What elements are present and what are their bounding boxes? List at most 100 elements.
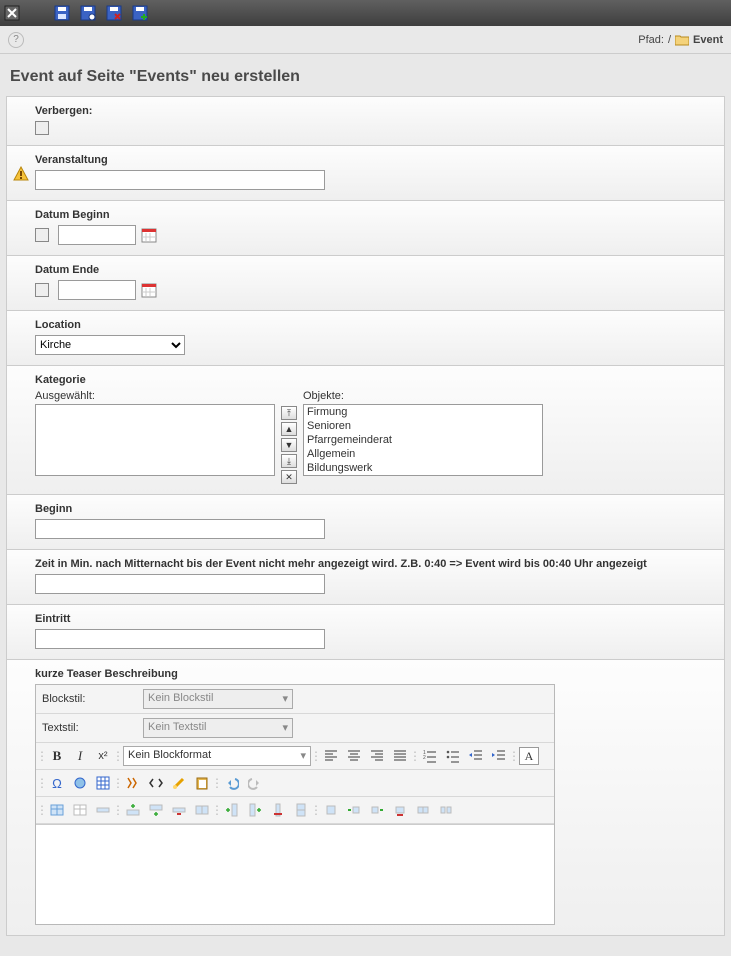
special-char-icon[interactable]: Ω [47, 773, 67, 793]
list-item[interactable]: Pfarrgemeinderat [304, 433, 542, 447]
move-top-button[interactable]: ⤒ [281, 406, 297, 420]
superscript-icon[interactable]: x² [93, 746, 113, 766]
midnight-label: Zeit in Min. nach Mitternacht bis der Ev… [35, 558, 714, 570]
separator-icon [116, 746, 120, 766]
category-label: Kategorie [35, 374, 714, 386]
unordered-list-icon[interactable] [443, 746, 463, 766]
teaser-label: kurze Teaser Beschreibung [35, 668, 714, 680]
textstyle-select[interactable]: Kein Textstil [143, 718, 293, 738]
delete-col-icon[interactable] [268, 800, 288, 820]
align-center-icon[interactable] [344, 746, 364, 766]
insert-col-before-icon[interactable] [222, 800, 242, 820]
date-start-input[interactable] [58, 225, 136, 245]
bold-icon[interactable]: B [47, 746, 67, 766]
table-props-icon[interactable] [47, 800, 67, 820]
split-row-icon[interactable] [192, 800, 212, 820]
save-icon[interactable] [54, 5, 70, 21]
separator-icon [314, 800, 318, 820]
text-color-icon[interactable]: A [519, 747, 539, 765]
cell-merge-icon[interactable] [436, 800, 456, 820]
field-entry: Eintritt [7, 605, 724, 660]
cell-insert-before-icon[interactable] [344, 800, 364, 820]
indent-icon[interactable] [489, 746, 509, 766]
hide-checkbox[interactable] [35, 121, 49, 135]
list-item[interactable]: Firmung [304, 405, 542, 419]
objects-listbox[interactable]: Firmung Senioren Pfarrgemeinderat Allgem… [303, 404, 543, 476]
remove-button[interactable]: ✕ [281, 470, 297, 484]
insert-row-after-icon[interactable] [146, 800, 166, 820]
field-teaser: kurze Teaser Beschreibung Blockstil: Kei… [7, 660, 724, 935]
location-select[interactable]: Kirche [35, 335, 185, 355]
separator-icon [314, 746, 318, 766]
save-new-icon[interactable] [132, 5, 148, 21]
close-icon[interactable] [4, 5, 20, 21]
blockstyle-label: Blockstil: [42, 693, 137, 705]
find-icon[interactable] [123, 773, 143, 793]
separator-icon [413, 746, 417, 766]
blockformat-select[interactable]: Kein Blockformat [123, 746, 311, 766]
save-view-icon[interactable] [80, 5, 96, 21]
help-icon[interactable]: ? [8, 32, 24, 48]
title-input[interactable] [35, 170, 325, 190]
rte-toolbar-1: B I x² Kein Blockformat 12 A [36, 743, 554, 770]
begin-input[interactable] [35, 519, 325, 539]
page-title: Event auf Seite "Events" neu erstellen [10, 68, 725, 86]
date-end-input[interactable] [58, 280, 136, 300]
row-props-icon[interactable] [93, 800, 113, 820]
table-icon[interactable] [93, 773, 113, 793]
align-left-icon[interactable] [321, 746, 341, 766]
separator-icon [116, 800, 120, 820]
insert-row-before-icon[interactable] [123, 800, 143, 820]
date-start-checkbox[interactable] [35, 228, 49, 242]
date-end-checkbox[interactable] [35, 283, 49, 297]
list-item[interactable]: Senioren [304, 419, 542, 433]
midnight-input[interactable] [35, 574, 325, 594]
folder-icon [675, 34, 689, 46]
split-col-icon[interactable] [291, 800, 311, 820]
paste-icon[interactable] [192, 773, 212, 793]
list-item[interactable]: Bildungswerk [304, 461, 542, 475]
insert-col-after-icon[interactable] [245, 800, 265, 820]
ordered-list-icon[interactable]: 12 [420, 746, 440, 766]
clear-format-icon[interactable] [169, 773, 189, 793]
calendar-icon[interactable] [141, 227, 157, 243]
textstyle-label: Textstil: [42, 722, 137, 734]
undo-icon[interactable] [222, 773, 242, 793]
entry-input[interactable] [35, 629, 325, 649]
field-date-end: Datum Ende [7, 256, 724, 311]
cell-split-icon[interactable] [413, 800, 433, 820]
save-close-icon[interactable] [106, 5, 122, 21]
italic-icon[interactable]: I [70, 746, 90, 766]
list-item[interactable]: Allgemein [304, 447, 542, 461]
align-justify-icon[interactable] [390, 746, 410, 766]
page-body: Event auf Seite "Events" neu erstellen V… [0, 54, 731, 956]
selected-listbox[interactable] [35, 404, 275, 476]
redo-icon[interactable] [245, 773, 265, 793]
rte-canvas[interactable] [36, 824, 554, 924]
path-label: Pfad: [638, 34, 664, 46]
separator-icon [40, 773, 44, 793]
outdent-icon[interactable] [466, 746, 486, 766]
move-bottom-button[interactable]: ⤓ [281, 454, 297, 468]
move-down-button[interactable]: ▼ [281, 438, 297, 452]
move-up-button[interactable]: ▲ [281, 422, 297, 436]
rte-toolbar-2: Ω [36, 770, 554, 797]
code-icon[interactable] [146, 773, 166, 793]
field-date-start: Datum Beginn [7, 201, 724, 256]
cell-props-icon[interactable] [321, 800, 341, 820]
delete-row-icon[interactable] [169, 800, 189, 820]
rte-toolbar-3 [36, 797, 554, 824]
calendar-icon[interactable] [141, 282, 157, 298]
date-end-label: Datum Ende [35, 264, 714, 276]
field-category: Kategorie Ausgewählt: ⤒ ▲ ▼ ⤓ ✕ Objekte:… [7, 366, 724, 495]
table-restyle-icon[interactable] [70, 800, 90, 820]
path-page[interactable]: Event [693, 34, 723, 46]
align-right-icon[interactable] [367, 746, 387, 766]
link-icon[interactable] [70, 773, 90, 793]
cell-delete-icon[interactable] [390, 800, 410, 820]
cell-insert-after-icon[interactable] [367, 800, 387, 820]
field-midnight: Zeit in Min. nach Mitternacht bis der Ev… [7, 550, 724, 605]
hide-label: Verbergen: [35, 105, 714, 117]
path-bar: ? Pfad: / Event [0, 26, 731, 54]
blockstyle-select[interactable]: Kein Blockstil [143, 689, 293, 709]
